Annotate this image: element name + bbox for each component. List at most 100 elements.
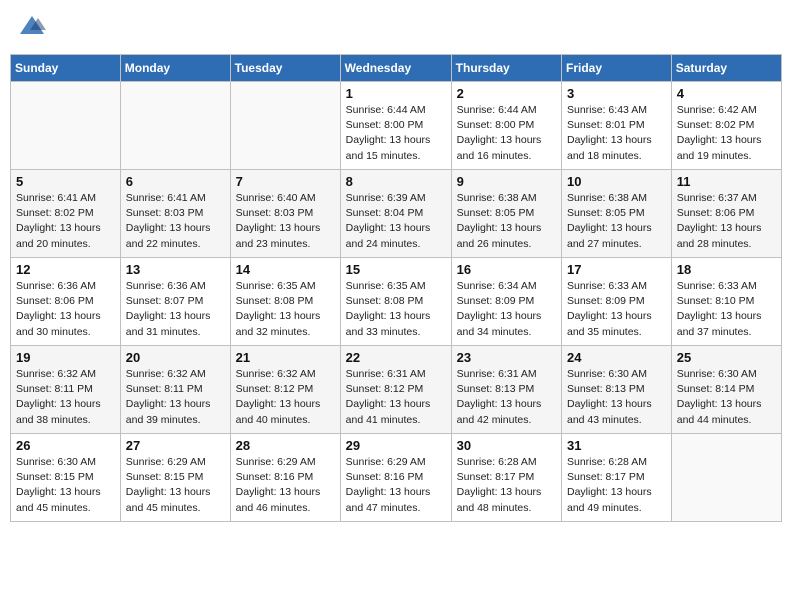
day-number: 19 [16,350,115,365]
day-number: 20 [126,350,225,365]
day-info: Sunrise: 6:35 AMSunset: 8:08 PMDaylight:… [236,279,335,340]
day-info: Sunrise: 6:36 AMSunset: 8:06 PMDaylight:… [16,279,115,340]
day-number: 13 [126,262,225,277]
calendar-cell: 22Sunrise: 6:31 AMSunset: 8:12 PMDayligh… [340,346,451,434]
calendar-cell [671,434,781,522]
day-number: 1 [346,86,446,101]
weekday-saturday: Saturday [671,55,781,82]
day-info: Sunrise: 6:33 AMSunset: 8:10 PMDaylight:… [677,279,776,340]
day-number: 3 [567,86,666,101]
calendar-cell: 14 Sunrise: 6:35 AMSunset: 8:08 PMDayligh… [230,258,340,346]
calendar-cell: 7 Sunrise: 6:40 AMSunset: 8:03 PMDaylight… [230,170,340,258]
calendar-week-row: 5Sunrise: 6:41 AMSunset: 8:02 PMDaylight… [11,170,782,258]
weekday-header-row: SundayMondayTuesdayWednesdayThursdayFrid… [11,55,782,82]
day-info: Sunrise: 6:32 AMSunset: 8:11 PMDaylight:… [126,367,225,428]
calendar-cell: 30 Sunrise: 6:28 AMSunset: 8:17 PMDayligh… [451,434,561,522]
weekday-tuesday: Tuesday [230,55,340,82]
day-number: 31 [567,438,666,453]
calendar-cell: 2 Sunrise: 6:44 AMSunset: 8:00 PMDaylight… [451,82,561,170]
day-number: 7 [236,174,335,189]
weekday-wednesday: Wednesday [340,55,451,82]
day-number: 23 [457,350,556,365]
weekday-sunday: Sunday [11,55,121,82]
calendar-cell: 29 Sunrise: 6:29 AMSunset: 8:16 PMDayligh… [340,434,451,522]
calendar-cell: 4Sunrise: 6:42 AMSunset: 8:02 PMDaylight… [671,82,781,170]
day-number: 18 [677,262,776,277]
day-number: 5 [16,174,115,189]
day-number: 9 [457,174,556,189]
day-info: Sunrise: 6:30 AMSunset: 8:15 PMDaylight:… [16,455,115,516]
calendar-week-row: 12 Sunrise: 6:36 AMSunset: 8:06 PMDayligh… [11,258,782,346]
day-number: 12 [16,262,115,277]
calendar-cell: 12 Sunrise: 6:36 AMSunset: 8:06 PMDayligh… [11,258,121,346]
calendar-week-row: 1 Sunrise: 6:44 AMSunset: 8:00 PMDaylight… [11,82,782,170]
day-info: Sunrise: 6:29 AMSunset: 8:16 PMDaylight:… [346,455,446,516]
day-info: Sunrise: 6:38 AMSunset: 8:05 PMDaylight:… [457,191,556,252]
calendar-cell [11,82,121,170]
day-info: Sunrise: 6:29 AMSunset: 8:16 PMDaylight:… [236,455,335,516]
calendar-cell: 8 Sunrise: 6:39 AMSunset: 8:04 PMDaylight… [340,170,451,258]
day-number: 16 [457,262,556,277]
calendar-cell: 26 Sunrise: 6:30 AMSunset: 8:15 PMDayligh… [11,434,121,522]
calendar-cell: 1 Sunrise: 6:44 AMSunset: 8:00 PMDaylight… [340,82,451,170]
day-info: Sunrise: 6:29 AMSunset: 8:15 PMDaylight:… [126,455,225,516]
day-number: 15 [346,262,446,277]
day-info: Sunrise: 6:44 AMSunset: 8:00 PMDaylight:… [457,103,556,164]
calendar-table: SundayMondayTuesdayWednesdayThursdayFrid… [10,54,782,522]
day-number: 28 [236,438,335,453]
weekday-monday: Monday [120,55,230,82]
day-info: Sunrise: 6:34 AMSunset: 8:09 PMDaylight:… [457,279,556,340]
calendar-cell: 27Sunrise: 6:29 AMSunset: 8:15 PMDayligh… [120,434,230,522]
day-info: Sunrise: 6:32 AMSunset: 8:11 PMDaylight:… [16,367,115,428]
calendar-cell: 28 Sunrise: 6:29 AMSunset: 8:16 PMDayligh… [230,434,340,522]
day-info: Sunrise: 6:30 AMSunset: 8:13 PMDaylight:… [567,367,666,428]
page-header [10,10,782,46]
calendar-cell: 25 Sunrise: 6:30 AMSunset: 8:14 PMDayligh… [671,346,781,434]
day-number: 30 [457,438,556,453]
calendar-cell: 20 Sunrise: 6:32 AMSunset: 8:11 PMDayligh… [120,346,230,434]
calendar-cell: 11 Sunrise: 6:37 AMSunset: 8:06 PMDayligh… [671,170,781,258]
calendar-cell: 21Sunrise: 6:32 AMSunset: 8:12 PMDayligh… [230,346,340,434]
day-number: 14 [236,262,335,277]
calendar-cell: 10Sunrise: 6:38 AMSunset: 8:05 PMDayligh… [562,170,672,258]
day-number: 26 [16,438,115,453]
day-number: 4 [677,86,776,101]
calendar-cell: 16 Sunrise: 6:34 AMSunset: 8:09 PMDayligh… [451,258,561,346]
day-number: 8 [346,174,446,189]
day-info: Sunrise: 6:35 AMSunset: 8:08 PMDaylight:… [346,279,446,340]
calendar-cell: 23 Sunrise: 6:31 AMSunset: 8:13 PMDayligh… [451,346,561,434]
day-number: 25 [677,350,776,365]
calendar-week-row: 19 Sunrise: 6:32 AMSunset: 8:11 PMDayligh… [11,346,782,434]
calendar-cell: 13Sunrise: 6:36 AMSunset: 8:07 PMDayligh… [120,258,230,346]
calendar-cell: 17Sunrise: 6:33 AMSunset: 8:09 PMDayligh… [562,258,672,346]
calendar-cell: 9 Sunrise: 6:38 AMSunset: 8:05 PMDaylight… [451,170,561,258]
calendar-cell: 15 Sunrise: 6:35 AMSunset: 8:08 PMDayligh… [340,258,451,346]
day-number: 29 [346,438,446,453]
day-info: Sunrise: 6:31 AMSunset: 8:13 PMDaylight:… [457,367,556,428]
calendar-cell [120,82,230,170]
calendar-cell: 18 Sunrise: 6:33 AMSunset: 8:10 PMDayligh… [671,258,781,346]
day-info: Sunrise: 6:38 AMSunset: 8:05 PMDaylight:… [567,191,666,252]
logo-icon [18,12,46,40]
day-number: 2 [457,86,556,101]
calendar-cell: 3 Sunrise: 6:43 AMSunset: 8:01 PMDaylight… [562,82,672,170]
weekday-friday: Friday [562,55,672,82]
day-info: Sunrise: 6:33 AMSunset: 8:09 PMDaylight:… [567,279,666,340]
day-info: Sunrise: 6:30 AMSunset: 8:14 PMDaylight:… [677,367,776,428]
day-info: Sunrise: 6:39 AMSunset: 8:04 PMDaylight:… [346,191,446,252]
weekday-thursday: Thursday [451,55,561,82]
day-number: 6 [126,174,225,189]
day-info: Sunrise: 6:37 AMSunset: 8:06 PMDaylight:… [677,191,776,252]
day-info: Sunrise: 6:28 AMSunset: 8:17 PMDaylight:… [457,455,556,516]
calendar-week-row: 26 Sunrise: 6:30 AMSunset: 8:15 PMDayligh… [11,434,782,522]
day-info: Sunrise: 6:41 AMSunset: 8:03 PMDaylight:… [126,191,225,252]
day-number: 11 [677,174,776,189]
logo [18,14,48,42]
calendar-cell: 24Sunrise: 6:30 AMSunset: 8:13 PMDayligh… [562,346,672,434]
day-number: 21 [236,350,335,365]
day-info: Sunrise: 6:44 AMSunset: 8:00 PMDaylight:… [346,103,446,164]
day-info: Sunrise: 6:40 AMSunset: 8:03 PMDaylight:… [236,191,335,252]
calendar-cell: 6 Sunrise: 6:41 AMSunset: 8:03 PMDaylight… [120,170,230,258]
day-info: Sunrise: 6:43 AMSunset: 8:01 PMDaylight:… [567,103,666,164]
day-number: 22 [346,350,446,365]
